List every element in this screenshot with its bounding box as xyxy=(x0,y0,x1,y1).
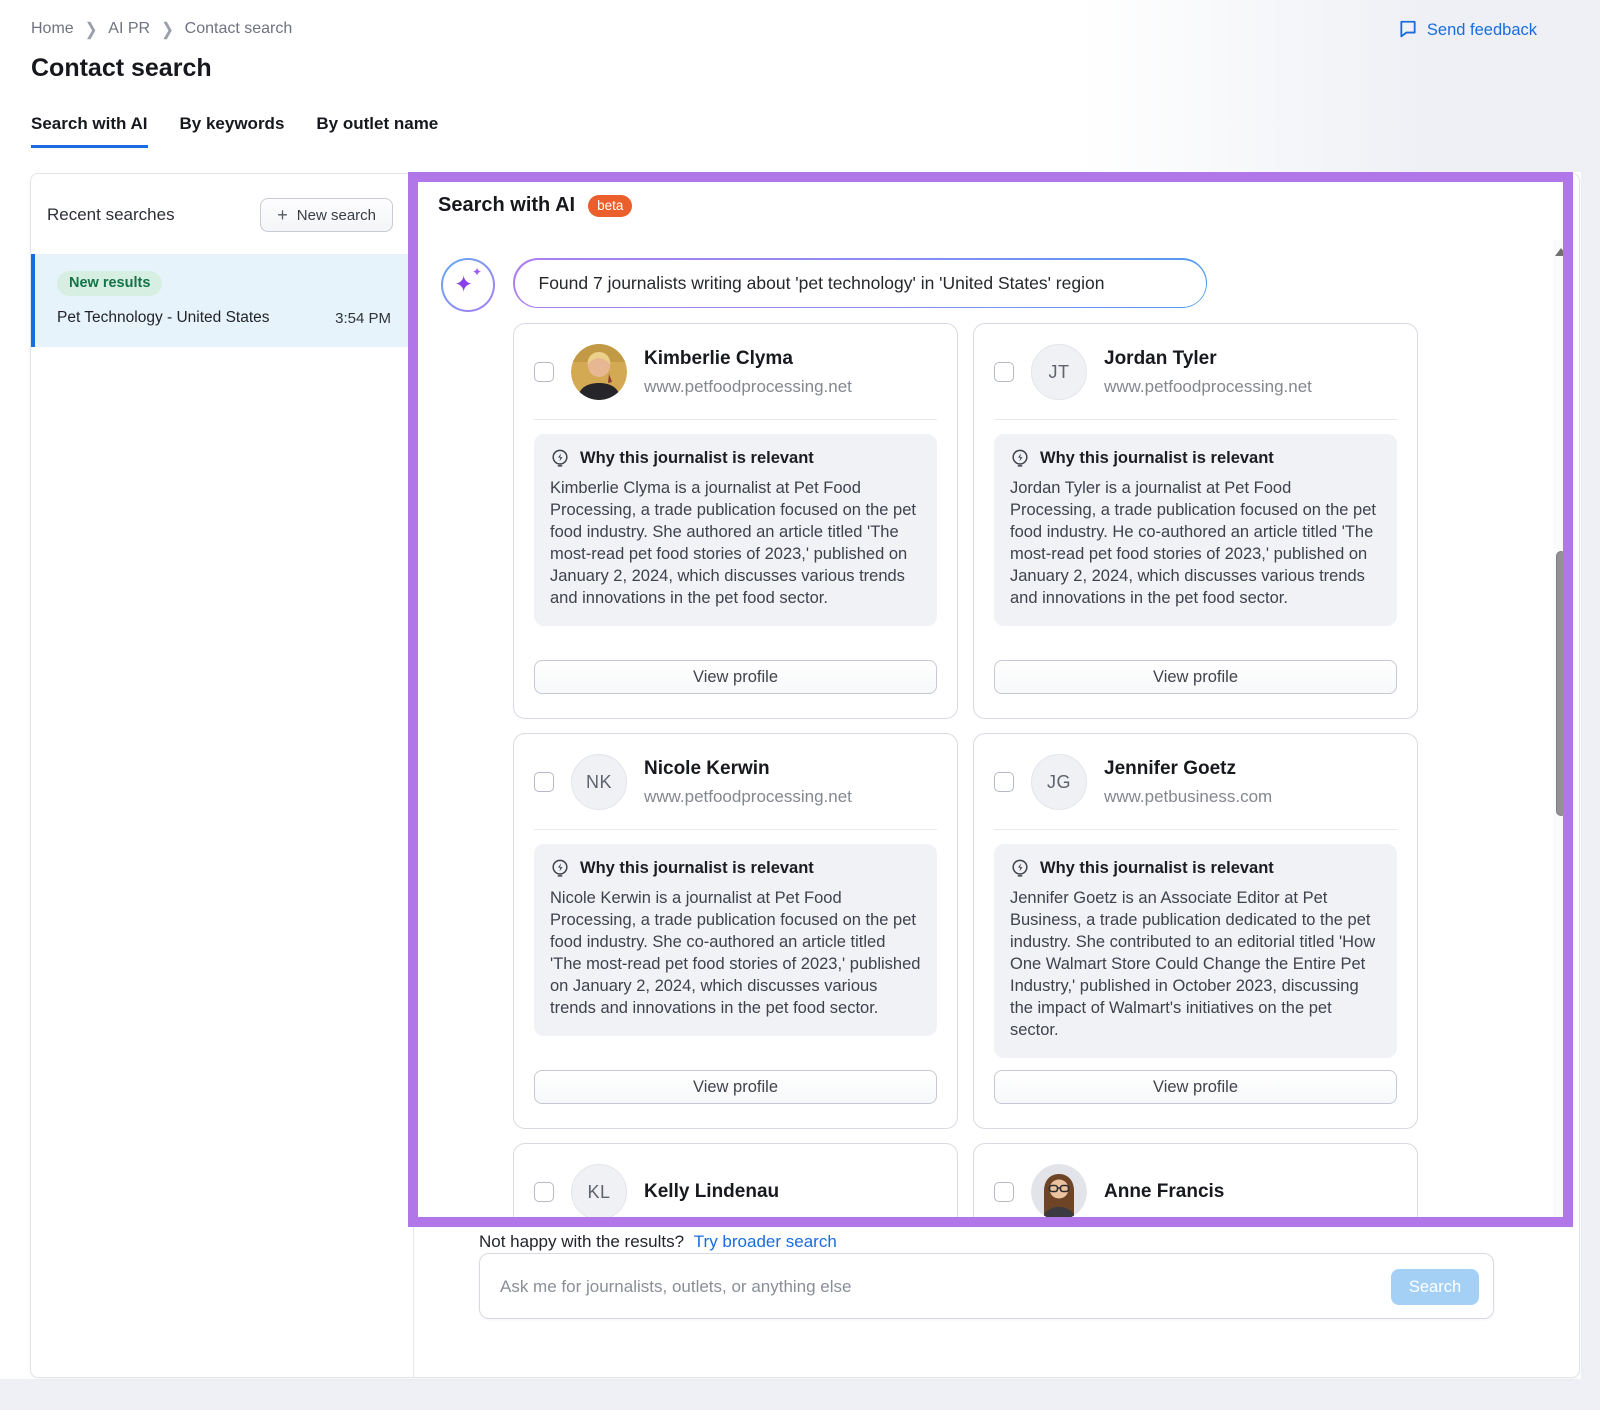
journalist-photo-avatar xyxy=(571,344,627,400)
journalist-initials-avatar: JT xyxy=(1031,344,1087,400)
journalist-name: Kelly Lindenau xyxy=(644,1181,779,1203)
tab-by-keywords[interactable]: By keywords xyxy=(180,114,285,148)
journalist-website[interactable]: www.petbusiness.com xyxy=(1104,787,1272,807)
journalist-website[interactable]: www.petfoodprocessing.net xyxy=(644,787,852,807)
idea-bulb-icon xyxy=(1010,858,1030,878)
select-journalist-checkbox[interactable] xyxy=(994,1182,1014,1202)
journalist-photo-avatar xyxy=(1031,1164,1087,1218)
relevance-title: Why this journalist is relevant xyxy=(580,859,814,878)
relevance-title: Why this journalist is relevant xyxy=(1040,449,1274,468)
unhappy-text: Not happy with the results? xyxy=(479,1232,684,1251)
tab-bar: Search with AI By keywords By outlet nam… xyxy=(31,114,438,148)
journalist-card: Anne Francis xyxy=(973,1143,1418,1218)
search-with-ai-heading: Search with AI xyxy=(438,194,575,217)
send-feedback-label: Send feedback xyxy=(1427,21,1537,40)
journalist-website[interactable]: www.petfoodprocessing.net xyxy=(644,377,852,397)
recent-searches-sidebar: Recent searches + New search New results… xyxy=(31,174,414,1377)
new-results-badge: New results xyxy=(57,271,162,296)
select-journalist-checkbox[interactable] xyxy=(994,362,1014,382)
ai-sparkles-avatar: ✦ ✦ xyxy=(441,258,495,312)
idea-bulb-icon xyxy=(1010,448,1030,468)
relevance-title: Why this journalist is relevant xyxy=(1040,859,1274,878)
breadcrumb: Home ❯ AI PR ❯ Contact search xyxy=(31,20,292,38)
view-profile-button[interactable]: View profile xyxy=(534,660,937,694)
journalist-initials-avatar: JG xyxy=(1031,754,1087,810)
tab-search-with-ai[interactable]: Search with AI xyxy=(31,114,148,148)
content-panel: Recent searches + New search New results… xyxy=(30,173,1580,1378)
ai-prompt-box: Search xyxy=(479,1253,1494,1319)
journalist-card: JG Jennifer Goetz www.petbusiness.com xyxy=(973,733,1418,1129)
feedback-bubble-icon xyxy=(1398,18,1418,43)
breadcrumb-ai-pr[interactable]: AI PR xyxy=(108,20,150,38)
recent-searches-title: Recent searches xyxy=(47,205,175,225)
scroll-up-arrow-icon[interactable] xyxy=(1555,248,1567,256)
view-profile-button[interactable]: View profile xyxy=(534,1070,937,1104)
ai-message-bubble: Found 7 journalists writing about 'pet t… xyxy=(513,258,1207,308)
page-bottom-gutter xyxy=(0,1379,1600,1410)
journalist-initials-avatar: NK xyxy=(571,754,627,810)
journalist-card: JT Jordan Tyler www.petfoodprocessing.ne… xyxy=(973,323,1418,719)
relevance-title: Why this journalist is relevant xyxy=(580,449,814,468)
journalist-card: NK Nicole Kerwin www.petfoodprocessing.n… xyxy=(513,733,958,1129)
beta-badge: beta xyxy=(588,195,632,217)
relevance-box: Why this journalist is relevant Jennifer… xyxy=(994,844,1397,1058)
chevron-right-icon: ❯ xyxy=(85,19,98,40)
idea-bulb-icon xyxy=(550,448,570,468)
recent-search-time: 3:54 PM xyxy=(335,310,391,327)
search-button[interactable]: Search xyxy=(1391,1269,1479,1305)
relevance-text: Nicole Kerwin is a journalist at Pet Foo… xyxy=(550,888,921,1020)
view-profile-button[interactable]: View profile xyxy=(994,1070,1397,1104)
ai-message-text: Found 7 journalists writing about 'pet t… xyxy=(515,260,1206,307)
page-right-gutter xyxy=(1581,0,1600,1410)
relevance-box: Why this journalist is relevant Jordan T… xyxy=(994,434,1397,626)
relevance-text: Jordan Tyler is a journalist at Pet Food… xyxy=(1010,478,1381,610)
results-viewport: Search with AI beta ✦ ✦ Found 7 journali… xyxy=(414,174,1581,1218)
journalist-name: Jordan Tyler xyxy=(1104,348,1312,370)
select-journalist-checkbox[interactable] xyxy=(534,1182,554,1202)
new-search-label: New search xyxy=(297,207,376,224)
journalist-name: Kimberlie Clyma xyxy=(644,348,852,370)
relevance-text: Jennifer Goetz is an Associate Editor at… xyxy=(1010,888,1381,1042)
plus-icon: + xyxy=(277,206,288,224)
recent-search-label: Pet Technology - United States xyxy=(57,309,270,327)
sparkle-icon: ✦ xyxy=(472,266,482,278)
journalist-name: Anne Francis xyxy=(1104,1181,1224,1203)
journalist-name: Nicole Kerwin xyxy=(644,758,852,780)
new-search-button[interactable]: + New search xyxy=(260,198,393,232)
journalist-card: Kimberlie Clyma www.petfoodprocessing.ne… xyxy=(513,323,958,719)
journalist-cards-grid: Kimberlie Clyma www.petfoodprocessing.ne… xyxy=(513,323,1418,1218)
tab-by-outlet-name[interactable]: By outlet name xyxy=(316,114,438,148)
relevance-box: Why this journalist is relevant Nicole K… xyxy=(534,844,937,1036)
select-journalist-checkbox[interactable] xyxy=(994,772,1014,792)
recent-search-item[interactable]: New results Pet Technology - United Stat… xyxy=(31,254,413,347)
select-journalist-checkbox[interactable] xyxy=(534,362,554,382)
page-title: Contact search xyxy=(31,54,212,83)
chevron-right-icon: ❯ xyxy=(161,19,174,40)
journalist-card: KL Kelly Lindenau xyxy=(513,1143,958,1218)
relevance-text: Kimberlie Clyma is a journalist at Pet F… xyxy=(550,478,921,610)
idea-bulb-icon xyxy=(550,858,570,878)
journalist-initials-avatar: KL xyxy=(571,1164,627,1218)
view-profile-button[interactable]: View profile xyxy=(994,660,1397,694)
breadcrumb-contact-search: Contact search xyxy=(185,20,293,38)
sparkle-icon: ✦ xyxy=(454,273,473,296)
ai-prompt-input[interactable] xyxy=(500,1267,1340,1307)
scrollbar-thumb[interactable] xyxy=(1556,551,1566,816)
select-journalist-checkbox[interactable] xyxy=(534,772,554,792)
try-broader-search-link[interactable]: Try broader search xyxy=(694,1232,837,1251)
journalist-name: Jennifer Goetz xyxy=(1104,758,1272,780)
search-results-area: Search with AI beta ✦ ✦ Found 7 journali… xyxy=(414,174,1581,1377)
breadcrumb-home[interactable]: Home xyxy=(31,20,74,38)
journalist-website[interactable]: www.petfoodprocessing.net xyxy=(1104,377,1312,397)
send-feedback-link[interactable]: Send feedback xyxy=(1398,18,1537,43)
relevance-box: Why this journalist is relevant Kimberli… xyxy=(534,434,937,626)
